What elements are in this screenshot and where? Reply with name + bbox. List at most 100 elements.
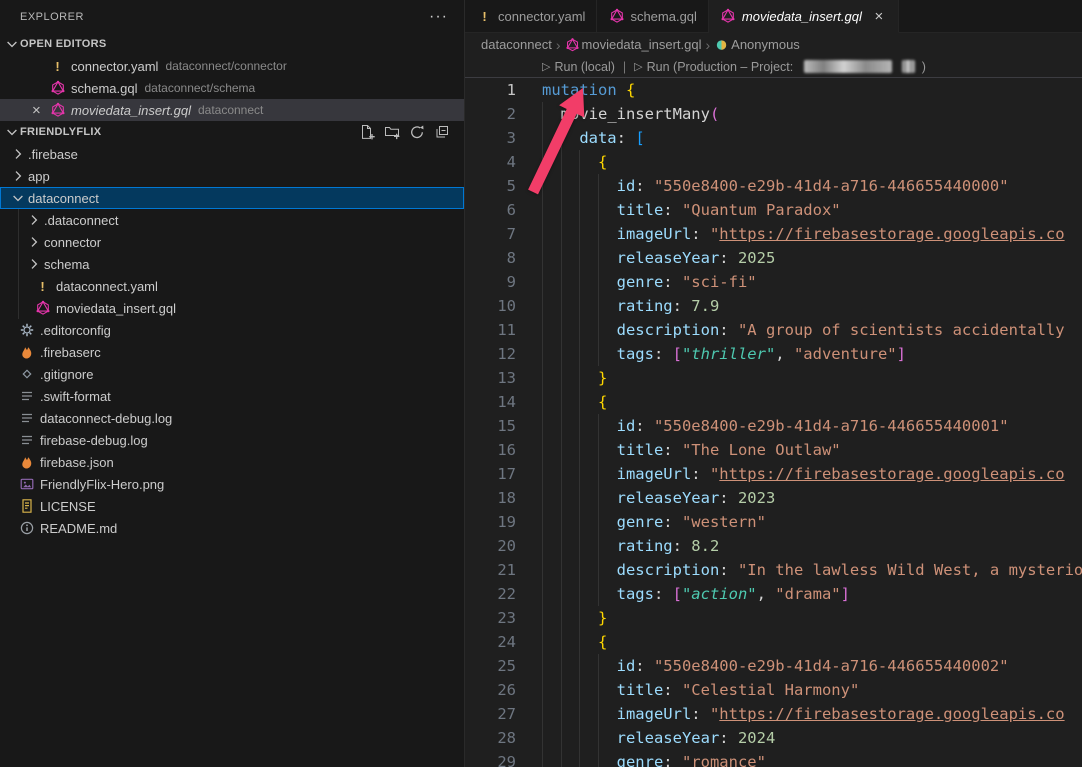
- code-line-28[interactable]: 28releaseYear: 2024: [465, 726, 1082, 750]
- line-number: 25: [465, 654, 516, 678]
- code-line-2[interactable]: 2movie_insertMany(: [465, 102, 1082, 126]
- code-line-10[interactable]: 10rating: 7.9: [465, 294, 1082, 318]
- code-line-22[interactable]: 22tags: ["action", "drama"]: [465, 582, 1082, 606]
- symbol-operation-icon: [714, 37, 729, 53]
- redacted-text: [902, 60, 915, 73]
- folder-connector[interactable]: connector: [0, 231, 464, 253]
- code-line-17[interactable]: 17imageUrl: "https://firebasestorage.goo…: [465, 462, 1082, 486]
- code-line-5[interactable]: 5id: "550e8400-e29b-41d4-a716-4466554400…: [465, 174, 1082, 198]
- tab-connector-yaml[interactable]: !connector.yaml: [465, 0, 597, 32]
- line-number: 19: [465, 510, 516, 534]
- url-link[interactable]: https://firebasestorage.googleapis.co: [719, 225, 1064, 243]
- tab-moviedata-insert-gql[interactable]: moviedata_insert.gql×: [709, 0, 899, 33]
- line-number: 29: [465, 750, 516, 767]
- yaml-file-icon: !: [476, 8, 493, 24]
- code-line-4[interactable]: 4{: [465, 150, 1082, 174]
- file-path: dataconnect: [198, 103, 263, 117]
- code-line-21[interactable]: 21description: "In the lawless Wild West…: [465, 558, 1082, 582]
- open-editors-label: OPEN EDITORS: [20, 38, 107, 50]
- vscode-window: EXPLORER ··· OPEN EDITORS !connector.yam…: [0, 0, 1082, 767]
- chevron-right-icon: [10, 146, 26, 162]
- chevron-right-icon: [10, 168, 26, 184]
- open-editor-moviedata-insert-gql[interactable]: ×moviedata_insert.gqldataconnect: [0, 99, 464, 121]
- code-line-25[interactable]: 25id: "550e8400-e29b-41d4-a716-446655440…: [465, 654, 1082, 678]
- code-line-14[interactable]: 14{: [465, 390, 1082, 414]
- folder-firebase[interactable]: .firebase: [0, 143, 464, 165]
- url-link[interactable]: https://firebasestorage.googleapis.co: [719, 705, 1064, 723]
- breadcrumb-item-moviedata-insert-gql[interactable]: moviedata_insert.gql: [565, 37, 702, 53]
- file-gitignore[interactable]: .gitignore: [0, 363, 464, 385]
- code-line-11[interactable]: 11description: "A group of scientists ac…: [465, 318, 1082, 342]
- file-friendlyflix-hero-png[interactable]: FriendlyFlix-Hero.png: [0, 473, 464, 495]
- close-icon[interactable]: ×: [871, 8, 887, 25]
- breadcrumb-item-dataconnect[interactable]: dataconnect: [481, 37, 552, 52]
- code-line-8[interactable]: 8releaseYear: 2025: [465, 246, 1082, 270]
- code-line-20[interactable]: 20rating: 8.2: [465, 534, 1082, 558]
- new-file-icon[interactable]: [359, 124, 375, 140]
- file-editorconfig[interactable]: .editorconfig: [0, 319, 464, 341]
- file-swift-format[interactable]: .swift-format: [0, 385, 464, 407]
- line-number: 13: [465, 366, 516, 390]
- code-line-16[interactable]: 16title: "The Lone Outlaw": [465, 438, 1082, 462]
- item-label: dataconnect-debug.log: [40, 411, 172, 426]
- file-dataconnect-debug-log[interactable]: dataconnect-debug.log: [0, 407, 464, 429]
- run-production-link[interactable]: ▷Run (Production – Project: ): [634, 60, 926, 74]
- code-line-27[interactable]: 27imageUrl: "https://firebasestorage.goo…: [465, 702, 1082, 726]
- code-line-26[interactable]: 26title: "Celestial Harmony": [465, 678, 1082, 702]
- code-line-23[interactable]: 23}: [465, 606, 1082, 630]
- explorer-title: EXPLORER: [20, 11, 84, 23]
- file-dataconnect-yaml[interactable]: !dataconnect.yaml: [0, 275, 464, 297]
- folder-schema[interactable]: schema: [0, 253, 464, 275]
- open-editors-list: !connector.yamldataconnect/connectorsche…: [0, 55, 464, 121]
- graphql-file-icon: [49, 80, 66, 96]
- code-line-3[interactable]: 3data: [: [465, 126, 1082, 150]
- item-label: app: [28, 169, 50, 184]
- more-actions-icon[interactable]: ···: [429, 12, 448, 22]
- line-number: 23: [465, 606, 516, 630]
- file-firebase-json[interactable]: firebase.json: [0, 451, 464, 473]
- code-line-12[interactable]: 12tags: ["thriller", "adventure"]: [465, 342, 1082, 366]
- open-editors-header[interactable]: OPEN EDITORS: [0, 33, 464, 55]
- tab-schema-gql[interactable]: schema.gql: [597, 0, 708, 32]
- open-editor-connector-yaml[interactable]: !connector.yamldataconnect/connector: [0, 55, 464, 77]
- item-label: FriendlyFlix-Hero.png: [40, 477, 164, 492]
- codelens-separator: |: [623, 60, 626, 74]
- file-readme-md[interactable]: README.md: [0, 517, 464, 539]
- code-line-15[interactable]: 15id: "550e8400-e29b-41d4-a716-446655440…: [465, 414, 1082, 438]
- codelens-bar: ▷Run (local) | ▷Run (Production – Project:…: [465, 56, 1082, 78]
- graphql-file-icon: [720, 8, 737, 24]
- collapse-all-icon[interactable]: [434, 124, 450, 140]
- breadcrumb-item-anonymous[interactable]: Anonymous: [714, 37, 800, 53]
- code-line-1[interactable]: 1mutation {: [465, 78, 1082, 102]
- open-editor-schema-gql[interactable]: schema.gqldataconnect/schema: [0, 77, 464, 99]
- code-line-13[interactable]: 13}: [465, 366, 1082, 390]
- line-number: 22: [465, 582, 516, 606]
- code-line-7[interactable]: 7imageUrl: "https://firebasestorage.goog…: [465, 222, 1082, 246]
- workspace-header[interactable]: FRIENDLYFLIX: [0, 121, 464, 143]
- url-link[interactable]: https://firebasestorage.googleapis.co: [719, 465, 1064, 483]
- chevron-down-icon: [4, 36, 20, 52]
- folder-dataconnect[interactable]: .dataconnect: [0, 209, 464, 231]
- code-line-9[interactable]: 9genre: "sci-fi": [465, 270, 1082, 294]
- graphql-file-icon: [608, 8, 625, 24]
- file-moviedata-insert-gql[interactable]: moviedata_insert.gql: [0, 297, 464, 319]
- new-folder-icon[interactable]: [384, 124, 400, 140]
- close-icon[interactable]: ×: [32, 103, 49, 118]
- line-number: 5: [465, 174, 516, 198]
- file-firebaserc[interactable]: .firebaserc: [0, 341, 464, 363]
- code-line-18[interactable]: 18releaseYear: 2023: [465, 486, 1082, 510]
- graphql-icon: [565, 37, 580, 53]
- folder-dataconnect[interactable]: dataconnect: [0, 187, 464, 209]
- code-line-24[interactable]: 24{: [465, 630, 1082, 654]
- refresh-icon[interactable]: [409, 124, 425, 140]
- run-local-link[interactable]: ▷Run (local): [542, 60, 615, 74]
- file-firebase-debug-log[interactable]: firebase-debug.log: [0, 429, 464, 451]
- code-line-29[interactable]: 29genre: "romance": [465, 750, 1082, 767]
- folder-app[interactable]: app: [0, 165, 464, 187]
- line-number: 2: [465, 102, 516, 126]
- file-license[interactable]: LICENSE: [0, 495, 464, 517]
- code-line-19[interactable]: 19genre: "western": [465, 510, 1082, 534]
- breadcrumb: dataconnect›moviedata_insert.gql›Anonymo…: [465, 33, 1082, 56]
- code-line-6[interactable]: 6title: "Quantum Paradox": [465, 198, 1082, 222]
- firebase-file-icon: [18, 454, 35, 470]
